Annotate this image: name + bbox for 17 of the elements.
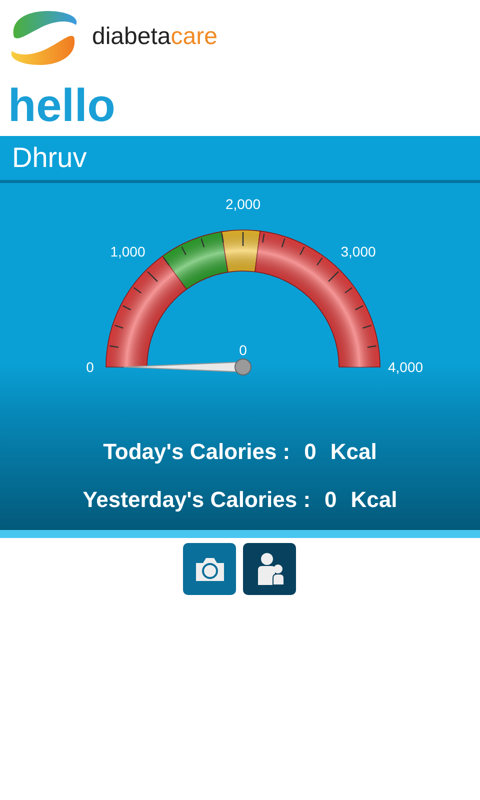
tick-label: 1,000 [110,244,146,260]
tick-label: 4,000 [388,359,424,375]
stat-label: Yesterday's Calories : [82,487,311,513]
user-name: Dhruv [12,142,87,174]
stat-value: 0 [324,487,337,513]
stat-unit: Kcal [350,487,398,513]
greeting: hello [8,79,116,131]
stat-value: 0 [304,439,316,465]
brand-name: diabetacare [92,23,218,51]
tick-label: 2,000 [225,196,261,212]
family-button[interactable] [243,543,296,595]
tick-label: 0 [86,359,94,375]
stat-unit: Kcal [330,439,377,465]
tick-label: 3,000 [340,244,376,260]
camera-button[interactable] [183,543,236,595]
needle-value: 0 [239,342,247,358]
stat-label: Today's Calories : [103,439,290,465]
